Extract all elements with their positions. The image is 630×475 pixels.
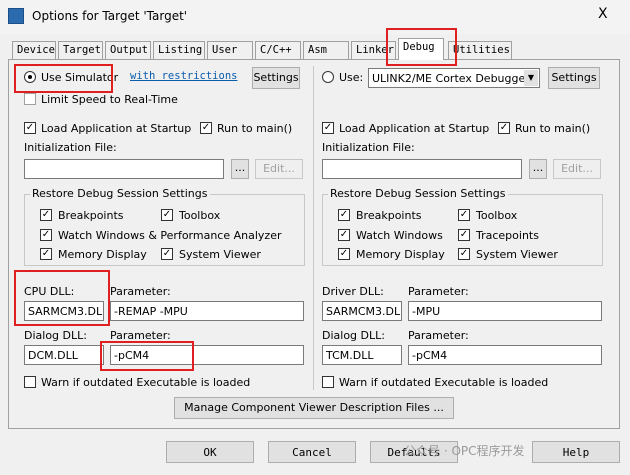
right-dialog-param-label: Parameter: (408, 329, 469, 342)
driver-param-input[interactable]: -MPU (408, 301, 602, 321)
left-warn-checkbox[interactable] (24, 376, 36, 388)
right-load-app-checkbox[interactable]: ✓ (322, 122, 334, 134)
cancel-button[interactable]: Cancel (268, 441, 356, 463)
right-restore-group-title: Restore Debug Session Settings (328, 187, 508, 200)
right-dialog-param-input[interactable]: -pCM4 (408, 345, 602, 365)
left-edit-button[interactable]: Edit... (255, 159, 303, 179)
right-tracepoints-label: Tracepoints (476, 229, 539, 242)
left-memory-checkbox[interactable]: ✓ (40, 248, 52, 260)
tab-c-cpp[interactable]: C/C++ (255, 41, 301, 59)
right-init-file-label: Initialization File: (322, 141, 415, 154)
tab-user[interactable]: User (207, 41, 253, 59)
right-watch-label: Watch Windows (356, 229, 443, 242)
manage-component-viewer-button[interactable]: Manage Component Viewer Description File… (174, 397, 454, 419)
left-run-to-main-checkbox[interactable]: ✓ (200, 122, 212, 134)
right-dialog-dll-input[interactable]: TCM.DLL (322, 345, 402, 365)
debugger-select-value: ULINK2/ME Cortex Debugger (372, 72, 530, 85)
left-system-viewer-label: System Viewer (179, 248, 261, 261)
left-toolbox-checkbox[interactable]: ✓ (161, 209, 173, 221)
ok-button[interactable]: OK (166, 441, 254, 463)
left-system-viewer-checkbox[interactable]: ✓ (161, 248, 173, 260)
right-init-file-input[interactable] (322, 159, 522, 179)
right-run-to-main-label: Run to main() (515, 122, 591, 135)
left-dialog-dll-label: Dialog DLL: (24, 329, 87, 342)
debugger-select[interactable]: ULINK2/ME Cortex Debugger ▼ (368, 68, 540, 88)
left-load-app-label: Load Application at Startup (41, 122, 192, 135)
driver-param-label: Parameter: (408, 285, 469, 298)
app-icon (8, 8, 24, 24)
cpu-param-label: Parameter: (110, 285, 171, 298)
watermark: 公众号 · OPC程序开发 (404, 444, 525, 458)
debugger-settings-button[interactable]: Settings (548, 67, 600, 89)
highlight-dialog-param (100, 341, 194, 371)
left-browse-button[interactable]: ... (231, 159, 249, 179)
left-warn-label: Warn if outdated Executable is loaded (41, 376, 251, 389)
driver-dll-input[interactable]: SARMCM3.DLL (322, 301, 402, 321)
highlight-cpu-dll (14, 270, 110, 326)
highlight-use-simulator (14, 64, 113, 93)
tab-target[interactable]: Target (58, 41, 103, 59)
with-restrictions-link[interactable]: with restrictions (130, 70, 237, 82)
highlight-debug-tab (386, 28, 457, 66)
right-system-viewer-label: System Viewer (476, 248, 558, 261)
left-watch-checkbox[interactable]: ✓ (40, 229, 52, 241)
right-browse-button[interactable]: ... (529, 159, 547, 179)
tab-asm[interactable]: Asm (303, 41, 349, 59)
use-debugger-label: Use: (339, 71, 364, 84)
right-memory-checkbox[interactable]: ✓ (338, 248, 350, 260)
use-debugger-radio[interactable] (322, 71, 334, 83)
right-breakpoints-checkbox[interactable]: ✓ (338, 209, 350, 221)
left-restore-group-title: Restore Debug Session Settings (30, 187, 210, 200)
left-watch-label: Watch Windows & Performance Analyzer (58, 229, 282, 242)
right-tracepoints-checkbox[interactable]: ✓ (458, 229, 470, 241)
window-title: Options for Target 'Target' (32, 9, 188, 23)
left-toolbox-label: Toolbox (179, 209, 221, 222)
right-run-to-main-checkbox[interactable]: ✓ (498, 122, 510, 134)
left-dialog-dll-input[interactable]: DCM.DLL (24, 345, 104, 365)
right-warn-checkbox[interactable] (322, 376, 334, 388)
left-run-to-main-label: Run to main() (217, 122, 293, 135)
right-toolbox-label: Toolbox (476, 209, 518, 222)
right-memory-label: Memory Display (356, 248, 445, 261)
right-edit-button[interactable]: Edit... (553, 159, 601, 179)
right-system-viewer-checkbox[interactable]: ✓ (458, 248, 470, 260)
left-load-app-checkbox[interactable]: ✓ (24, 122, 36, 134)
cpu-param-input[interactable]: -REMAP -MPU (110, 301, 304, 321)
left-memory-label: Memory Display (58, 248, 147, 261)
right-watch-checkbox[interactable]: ✓ (338, 229, 350, 241)
left-breakpoints-label: Breakpoints (58, 209, 124, 222)
chevron-down-icon[interactable]: ▼ (524, 70, 538, 86)
right-load-app-label: Load Application at Startup (339, 122, 490, 135)
right-toolbox-checkbox[interactable]: ✓ (458, 209, 470, 221)
column-divider (313, 66, 314, 390)
tab-listing[interactable]: Listing (153, 41, 205, 59)
help-button[interactable]: Help (532, 441, 620, 463)
right-warn-label: Warn if outdated Executable is loaded (339, 376, 549, 389)
tab-output[interactable]: Output (105, 41, 151, 59)
tab-device[interactable]: Device (12, 41, 56, 59)
tab-utilities[interactable]: Utilities (448, 41, 512, 59)
left-init-file-label: Initialization File: (24, 141, 117, 154)
limit-speed-label: Limit Speed to Real-Time (41, 93, 178, 106)
right-breakpoints-label: Breakpoints (356, 209, 422, 222)
limit-speed-checkbox[interactable] (24, 93, 36, 105)
simulator-settings-button[interactable]: Settings (252, 67, 300, 89)
driver-dll-label: Driver DLL: (322, 285, 384, 298)
right-dialog-dll-label: Dialog DLL: (322, 329, 385, 342)
left-init-file-input[interactable] (24, 159, 224, 179)
close-icon[interactable]: X (598, 6, 608, 22)
left-breakpoints-checkbox[interactable]: ✓ (40, 209, 52, 221)
